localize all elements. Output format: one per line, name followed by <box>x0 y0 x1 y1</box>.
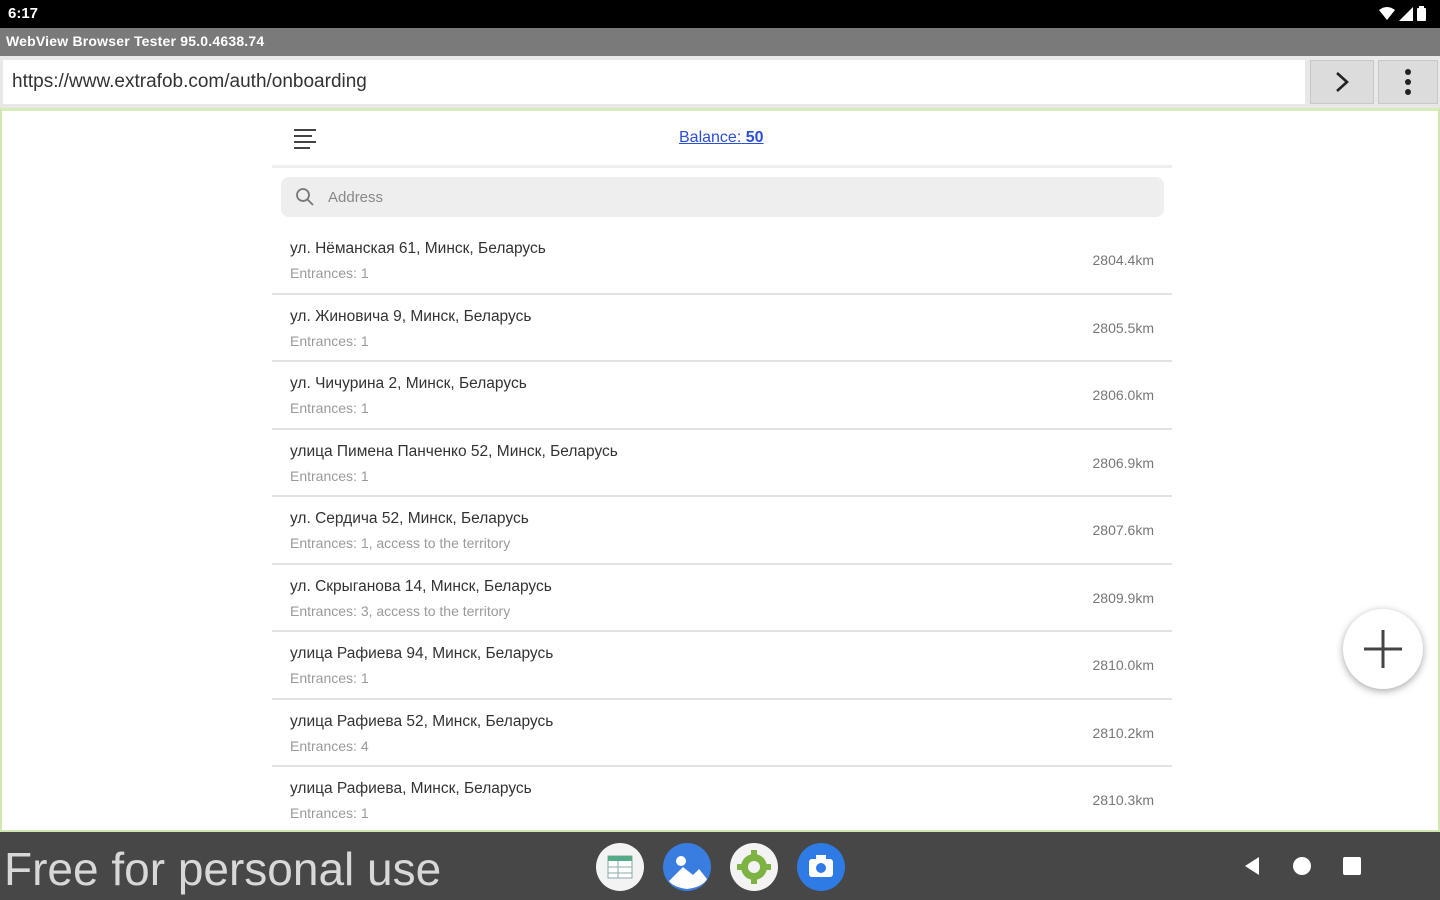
address-title: ул. Жиновича 9, Минск, Беларусь <box>290 307 532 325</box>
nav-bar: Free for personal use <box>0 832 1440 900</box>
address-distance: 2810.2km <box>1092 724 1154 741</box>
list-item[interactable]: улица Рафиева, Минск, Беларусь Entrances… <box>272 767 1172 830</box>
list-item[interactable]: ул. Жиновича 9, Минск, Беларусь Entrance… <box>272 295 1172 362</box>
address-title: улица Рафиева 52, Минск, Беларусь <box>290 712 554 730</box>
nav-back-button[interactable] <box>1243 856 1261 881</box>
photos-app-icon[interactable] <box>663 843 711 891</box>
chevron-right-icon <box>1336 72 1349 92</box>
list-item[interactable]: улица Рафиева 52, Минск, Беларусь Entran… <box>272 700 1172 767</box>
list-item[interactable]: ул. Сердича 52, Минск, Беларусь Entrance… <box>272 497 1172 565</box>
status-time: 6:17 <box>8 5 39 22</box>
page-header: Balance: 50 <box>272 111 1172 168</box>
app-title-bar: WebView Browser Tester 95.0.4638.74 <box>0 28 1440 56</box>
address-distance: 2806.0km <box>1092 387 1154 403</box>
search-input[interactable] <box>328 177 1148 217</box>
hamburger-menu-icon[interactable] <box>294 129 316 149</box>
web-content: Balance: 50 ул. Нёманская 61, Минск, Бел… <box>0 108 1440 832</box>
plus-icon <box>1364 630 1402 668</box>
address-title: улица Пимена Панченко 52, Минск, Беларус… <box>290 442 618 460</box>
list-item[interactable]: улица Рафиева 94, Минск, Беларусь Entran… <box>272 632 1172 700</box>
address-title: улица Рафиева, Минск, Беларусь <box>290 780 532 797</box>
overflow-menu-button[interactable] <box>1378 60 1438 104</box>
more-vert-icon <box>1405 69 1411 95</box>
balance-value: 50 <box>745 129 764 146</box>
address-entrances: Entrances: 1 <box>290 467 369 484</box>
status-bar: 6:17 <box>0 0 1440 28</box>
address-distance: 2810.3km <box>1092 792 1154 808</box>
url-input[interactable] <box>3 60 1305 104</box>
balance-label: Balance: <box>679 129 742 146</box>
android-settings-app-icon[interactable] <box>730 843 778 891</box>
page-container: Balance: 50 ул. Нёманская 61, Минск, Бел… <box>272 111 1172 830</box>
search-box <box>281 177 1164 217</box>
list-item[interactable]: ул. Скрыганова 14, Минск, Беларусь Entra… <box>272 565 1172 632</box>
address-entrances: Entrances: 3, access to the territory <box>290 602 511 619</box>
address-title: улица Рафиева 94, Минск, Беларусь <box>290 645 554 662</box>
address-distance: 2807.6km <box>1092 522 1154 538</box>
address-distance: 2805.5km <box>1092 319 1154 336</box>
address-distance: 2806.9km <box>1092 454 1154 471</box>
address-entrances: Entrances: 1, access to the territory <box>290 535 511 551</box>
address-entrances: Entrances: 4 <box>290 737 369 754</box>
address-title: ул. Скрыганова 14, Минск, Беларусь <box>290 577 552 595</box>
list-item[interactable]: ул. Нёманская 61, Минск, Беларусь Entran… <box>272 227 1172 295</box>
address-title: ул. Сердича 52, Минск, Беларусь <box>290 510 529 527</box>
address-title: ул. Чичурина 2, Минск, Беларусь <box>290 375 527 392</box>
list-item[interactable]: улица Пимена Панченко 52, Минск, Беларус… <box>272 430 1172 497</box>
signal-icon <box>1399 6 1413 21</box>
watermark: Free for personal use <box>4 843 442 895</box>
app-title: WebView Browser Tester 95.0.4638.74 <box>6 33 265 49</box>
nav-recents-button[interactable] <box>1343 857 1361 875</box>
sheets-app-icon[interactable] <box>596 843 644 891</box>
battery-icon <box>1417 6 1426 21</box>
address-entrances: Entrances: 1 <box>290 670 369 686</box>
add-address-fab[interactable] <box>1343 609 1423 689</box>
go-button[interactable] <box>1310 60 1374 104</box>
balance-link[interactable]: Balance: 50 <box>679 129 764 147</box>
nav-home-button[interactable] <box>1293 857 1311 875</box>
address-entrances: Entrances: 1 <box>290 332 369 349</box>
status-icons <box>1379 6 1426 21</box>
back-triangle-icon <box>1245 857 1259 875</box>
search-icon <box>296 188 314 206</box>
address-distance: 2809.9km <box>1092 589 1154 606</box>
address-list: ул. Нёманская 61, Минск, Беларусь Entran… <box>272 227 1172 830</box>
wifi-icon <box>1379 6 1395 20</box>
list-item[interactable]: ул. Чичурина 2, Минск, Беларусь Entrance… <box>272 362 1172 430</box>
address-distance: 2810.0km <box>1092 657 1154 673</box>
address-entrances: Entrances: 1 <box>290 265 369 281</box>
address-entrances: Entrances: 1 <box>290 400 369 416</box>
address-distance: 2804.4km <box>1092 252 1154 268</box>
address-title: ул. Нёманская 61, Минск, Беларусь <box>290 240 546 257</box>
address-entrances: Entrances: 1 <box>290 805 369 821</box>
url-bar <box>0 56 1440 108</box>
camera-app-icon[interactable] <box>797 843 845 891</box>
